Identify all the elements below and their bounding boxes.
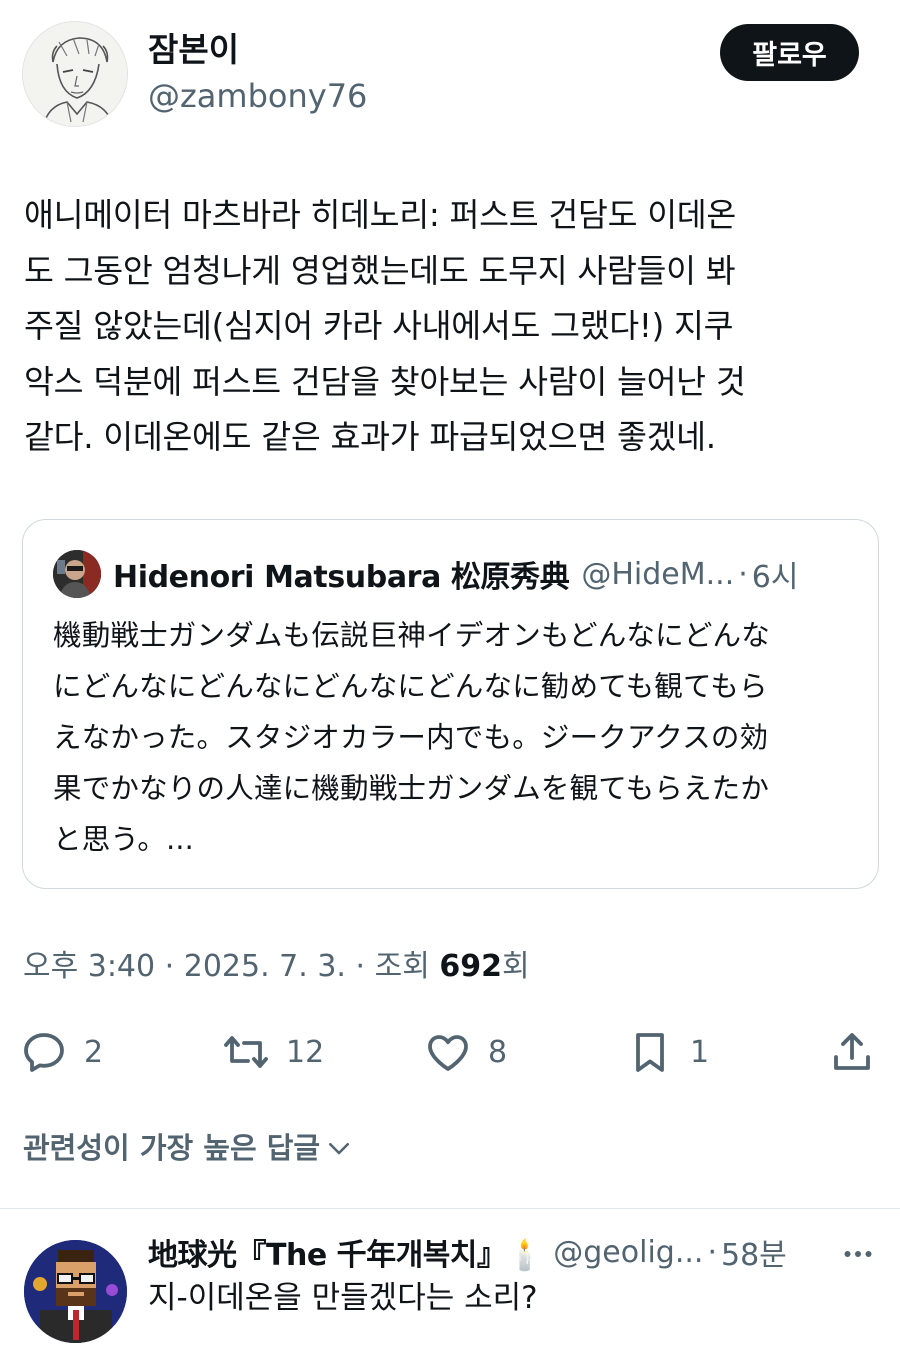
more-horizontal-icon xyxy=(844,1251,872,1257)
quote-author-handle[interactable]: @HideM... xyxy=(581,557,734,592)
views-count: 692 xyxy=(439,949,502,984)
tweet-text-line: 악스 덕분에 퍼스트 건담을 찾아보는 사람이 늘어난 것 xyxy=(24,362,746,401)
tweet-time[interactable]: 오후 3:40 xyxy=(23,949,155,984)
views-suffix: 회 xyxy=(501,949,530,984)
avatar[interactable] xyxy=(22,21,128,127)
heart-icon xyxy=(428,1035,468,1071)
reply-text: 지-이데온을 만들겠다는 소리? xyxy=(148,1280,538,1316)
reply-button[interactable]: 2 xyxy=(20,1022,103,1082)
divider xyxy=(0,1208,900,1209)
bookmark-icon xyxy=(636,1033,664,1072)
chevron-down-icon xyxy=(329,1143,350,1155)
like-button[interactable]: 8 xyxy=(424,1022,507,1082)
tweet-header: 잠본이 @zambony76 팔로우 xyxy=(0,0,900,140)
display-name[interactable]: 잠본이 xyxy=(148,30,239,70)
tweet-text-line: 도 그동안 엄청나게 영업했는데도 도무지 사람들이 봐 xyxy=(24,251,736,290)
bookmark-count: 1 xyxy=(690,1034,710,1070)
reply-timestamp[interactable]: 58분 xyxy=(721,1230,787,1274)
separator-dot: · xyxy=(164,949,175,984)
replies-sort-label: 관련성이 가장 높은 답글 xyxy=(23,1131,321,1165)
quote-text-line: 果でかなりの人達に機動戦士ガンダムを観てもらえたか xyxy=(53,772,770,805)
reply-author-handle[interactable]: @geolig... xyxy=(553,1235,703,1270)
share-button[interactable] xyxy=(828,1022,876,1082)
pixel-art-avatar-icon xyxy=(24,1240,127,1343)
quote-header: Hidenori Matsubara 松原秀典 @HideM... · 6시 xyxy=(113,552,853,596)
quote-text-line: 機動戦士ガンダムも伝説巨神イデオンもどんなにどんな xyxy=(53,619,770,652)
reply-header: 地球光『The 千年개복치』🕯️ @geolig... · 58분 xyxy=(148,1230,828,1274)
like-count: 8 xyxy=(488,1034,508,1070)
photo-portrait-icon xyxy=(53,550,101,598)
sketch-portrait-icon xyxy=(23,22,127,126)
retweet-icon xyxy=(224,1036,268,1068)
quote-avatar[interactable] xyxy=(53,550,101,598)
quote-text-line: えなかった。スタジオカラー内でも。ジークアクスの効 xyxy=(53,721,769,754)
separator-dot: · xyxy=(355,949,366,984)
more-options-button[interactable] xyxy=(838,1234,878,1274)
tweet-text-line: 주질 않았는데(심지어 카라 사내에서도 그랬다!) 지쿠 xyxy=(24,307,734,345)
reply-count: 2 xyxy=(84,1034,104,1070)
quote-timestamp[interactable]: 6시 xyxy=(752,552,799,596)
quote-text: 機動戦士ガンダムも伝説巨神イデオンもどんなにどんな にどんなにどんなにどんなにど… xyxy=(53,610,853,865)
views-prefix: 조회 xyxy=(374,949,430,984)
follow-button[interactable]: 팔로우 xyxy=(720,24,859,81)
tweet-text-line: 애니메이터 마츠바라 히데노리: 퍼스트 건담도 이데온 xyxy=(24,196,737,234)
separator-dot: · xyxy=(707,1234,717,1270)
tweet-text: 애니메이터 마츠바라 히데노리: 퍼스트 건담도 이데온 도 그동안 엄청나게 … xyxy=(24,188,876,466)
share-icon xyxy=(834,1033,870,1070)
quote-text-line: と思う。... xyxy=(53,823,194,856)
separator-dot: · xyxy=(738,556,748,592)
quote-text-line: にどんなにどんなにどんなにどんなに勧めても観てもら xyxy=(53,670,768,703)
tweet-meta: 오후 3:40 · 2025. 7. 3. · 조회 692회 xyxy=(23,945,530,989)
retweet-count: 12 xyxy=(286,1034,325,1070)
user-handle[interactable]: @zambony76 xyxy=(148,76,367,116)
action-bar: 2 12 8 1 xyxy=(0,1022,900,1082)
quote-author-name[interactable]: Hidenori Matsubara 松原秀典 xyxy=(113,552,570,596)
retweet-button[interactable]: 12 xyxy=(222,1022,324,1082)
reply-icon xyxy=(24,1033,64,1072)
quoted-tweet-card[interactable]: Hidenori Matsubara 松原秀典 @HideM... · 6시 機… xyxy=(22,519,879,889)
reply-avatar[interactable] xyxy=(24,1240,127,1343)
replies-sort-dropdown[interactable]: 관련성이 가장 높은 답글 xyxy=(23,1126,354,1170)
tweet-date[interactable]: 2025. 7. 3. xyxy=(184,949,346,984)
bookmark-button[interactable]: 1 xyxy=(626,1022,709,1082)
reply-author-name[interactable]: 地球光『The 千年개복치』🕯️ xyxy=(148,1230,544,1274)
tweet-text-line: 같다. 이데온에도 같은 효과가 파급되었으면 좋겠네. xyxy=(24,418,716,456)
